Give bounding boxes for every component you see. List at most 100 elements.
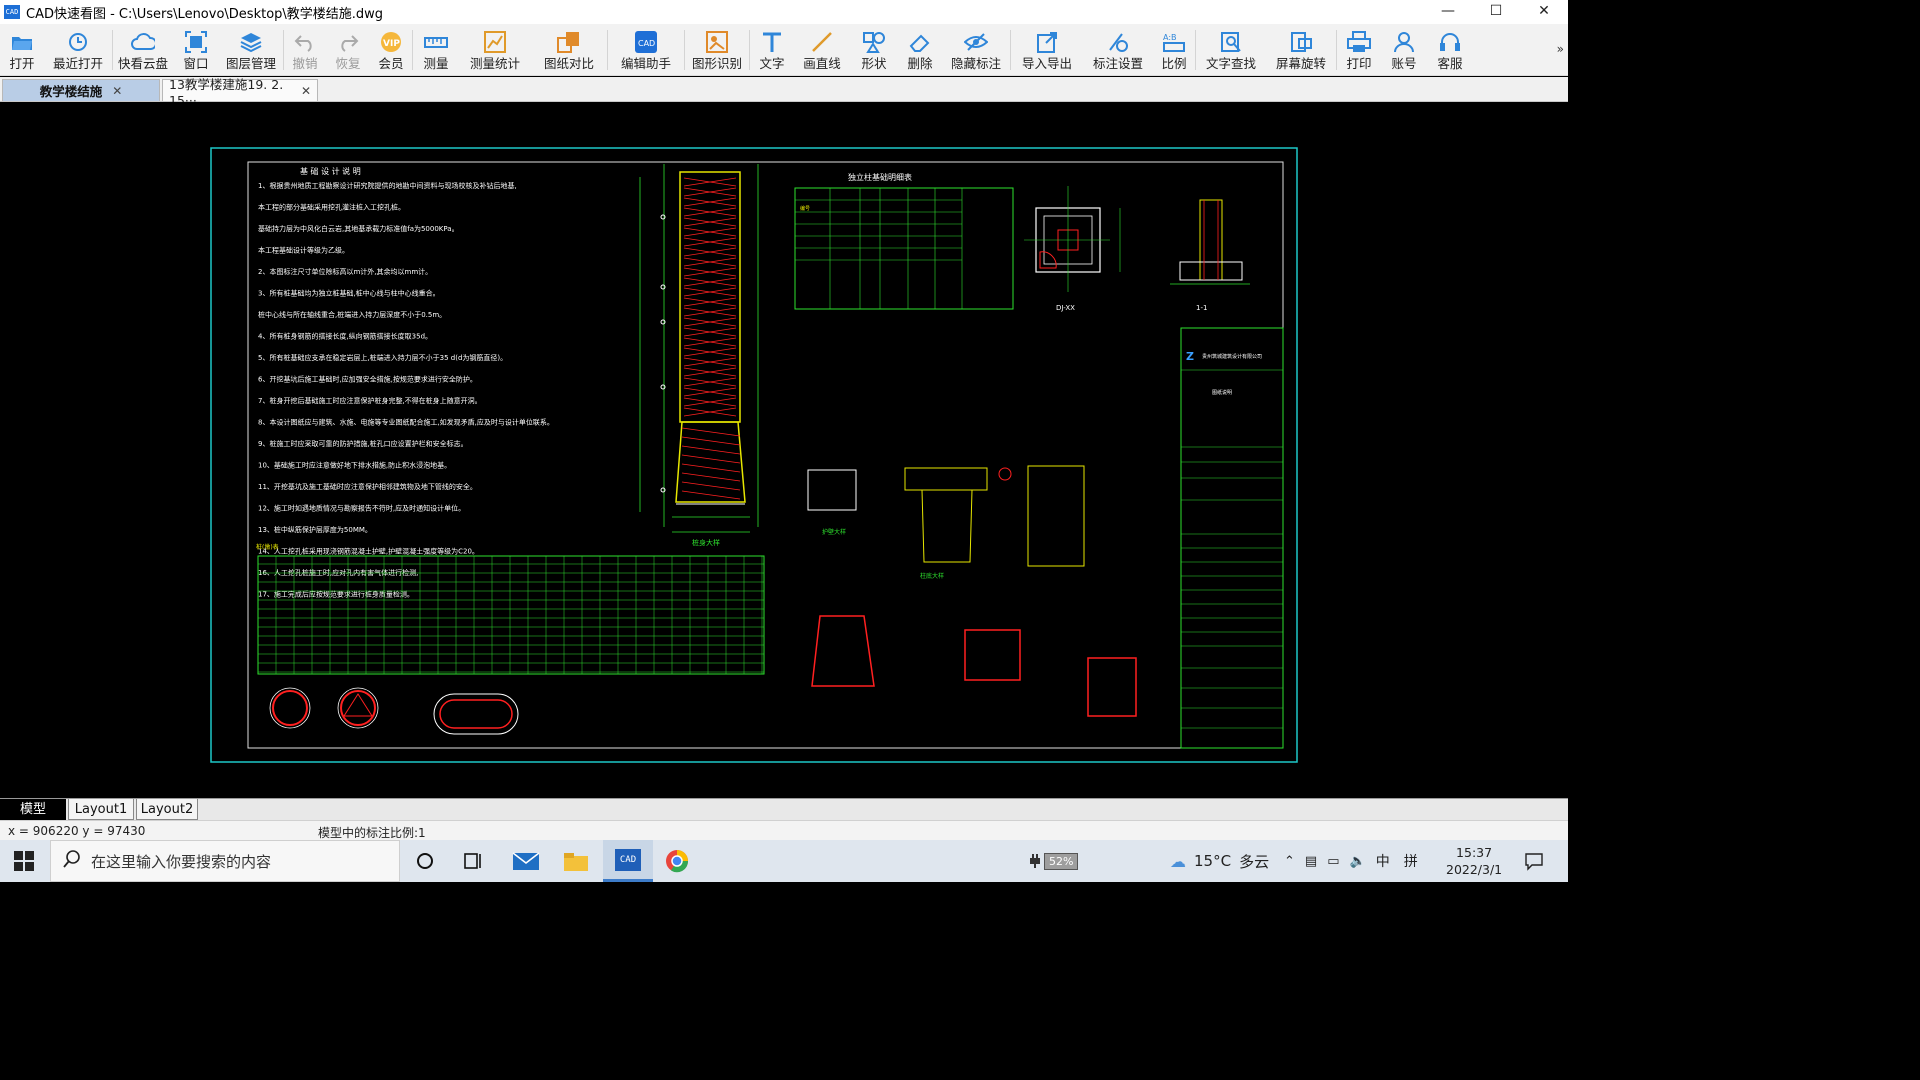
toolbar-button-20[interactable]: 标注设置 xyxy=(1083,24,1153,76)
toolbar-button-9[interactable]: 测量 xyxy=(413,24,459,76)
mail-app-icon[interactable] xyxy=(512,850,540,876)
minimize-icon[interactable]: — xyxy=(1424,0,1472,24)
status-bar: x = 906220 y = 97430 模型中的标注比例:1 xyxy=(0,820,1568,840)
toolbar-button-24[interactable]: 打印 xyxy=(1337,24,1381,76)
toolbar-button-16[interactable]: 形状 xyxy=(850,24,898,76)
note-line: 3、所有桩基础均为独立桩基础,桩中心线与柱中心线重合。 xyxy=(258,289,440,298)
clock-time: 15:37 xyxy=(1456,845,1493,860)
layout-tab-model[interactable]: 模型 xyxy=(0,799,66,820)
toolbar-button-15[interactable]: 画直线 xyxy=(794,24,850,76)
line-icon xyxy=(810,30,834,54)
scale-icon: A:B xyxy=(1162,30,1186,54)
toolbar-button-17[interactable]: 删除 xyxy=(898,24,942,76)
ruler-icon xyxy=(424,30,448,54)
windows-taskbar: 在这里输入你要搜索的内容 CAD 52% ☁ 15°C 多云 ⌃ ▤ ▭ 🔈 中… xyxy=(0,840,1568,882)
toolbar-button-22[interactable]: 文字查找 xyxy=(1196,24,1266,76)
schedule-label: 桩(墩)表 xyxy=(256,543,279,551)
toolbar-button-8[interactable]: VIP 会员 xyxy=(370,24,412,76)
system-tray: ⌃ ▤ ▭ 🔈 中 拼 xyxy=(1284,840,1418,882)
toolbar-button-26[interactable]: 客服 xyxy=(1427,24,1473,76)
note-line: 10、基础施工时应注意做好地下排水措施,防止积水浸泡地基。 xyxy=(258,461,451,470)
toolbar-overflow-icon[interactable]: » xyxy=(1557,42,1564,56)
toolbar-button-4[interactable]: 窗口 xyxy=(173,24,219,76)
hide-eye-icon xyxy=(964,30,988,54)
toolbar-button-3[interactable]: 快看云盘 xyxy=(113,24,173,76)
toolbar-label: 屏幕旋转 xyxy=(1275,56,1326,71)
clock[interactable]: 15:37 2022/3/1 xyxy=(1446,840,1502,882)
pile-elevation: 桩身大样 xyxy=(639,164,759,547)
toolbar-button-14[interactable]: 文字 xyxy=(750,24,794,76)
toolbar-label: 比例 xyxy=(1161,56,1187,71)
toolbar-button-23[interactable]: 屏幕旋转 xyxy=(1266,24,1336,76)
layout-tab-label: Layout1 xyxy=(74,802,128,817)
note-line: 7、桩身开挖后基础施工时应注意保护桩身完整,不得在桩身上随意开洞。 xyxy=(258,396,482,405)
cad-taskbar-button[interactable]: CAD xyxy=(603,840,653,882)
layout-tab-bar: 模型 Layout1 Layout2 xyxy=(0,798,1568,820)
weather-widget[interactable]: ☁ 15°C 多云 xyxy=(1170,840,1269,882)
close-tab-icon[interactable]: ✕ xyxy=(301,84,311,98)
window-title: CAD快速看图 - C:\Users\Lenovo\Desktop\教学楼结施.… xyxy=(26,6,384,22)
toolbar-button-5[interactable]: 图层管理 xyxy=(219,24,283,76)
toolbar-label: 图层管理 xyxy=(225,56,276,71)
toolbar-label: 快看云盘 xyxy=(117,56,168,71)
redo-icon xyxy=(336,30,360,54)
notification-icon[interactable] xyxy=(1524,851,1544,875)
file-explorer-icon[interactable] xyxy=(563,850,589,876)
plug-icon xyxy=(1030,854,1040,868)
task-view-icon[interactable] xyxy=(464,852,484,874)
design-notes: 1、根据贵州地质工程勘察设计研究院提供的地勘中间资料与现场校核及补钻后地基, 本… xyxy=(258,181,554,599)
cloud-weather-icon: ☁ xyxy=(1170,851,1186,871)
show-hidden-icons-icon[interactable]: ⌃ xyxy=(1284,854,1295,869)
toolbar-button-18[interactable]: 隐藏标注 xyxy=(942,24,1010,76)
toolbar-button-21[interactable]: A:B 比例 xyxy=(1153,24,1195,76)
taskbar-search[interactable]: 在这里输入你要搜索的内容 xyxy=(50,840,400,882)
windows-start-icon[interactable] xyxy=(14,851,34,871)
shape-icon xyxy=(862,30,886,54)
toolbar-button-7[interactable]: 恢复 xyxy=(326,24,370,76)
toolbar-button-19[interactable]: 导入导出 xyxy=(1011,24,1083,76)
browser-icon[interactable] xyxy=(665,849,689,877)
toolbar-label: 导入导出 xyxy=(1021,56,1072,71)
section-label: 1-1 xyxy=(1196,304,1207,312)
display-icon[interactable]: ▭ xyxy=(1327,854,1339,869)
layout-tab-layout2[interactable]: Layout2 xyxy=(136,799,198,820)
toolbar-label: 打开 xyxy=(9,56,35,71)
compare-icon xyxy=(557,30,581,54)
doc-tab-1[interactable]: 教学楼结施 ✕ xyxy=(2,79,160,101)
doc-tab-2[interactable]: 13教学楼建施19. 2. 15··· ✕ xyxy=(162,77,318,108)
dj-label: DJ-XX xyxy=(1056,304,1075,312)
toolbar-button-10[interactable]: 测量统计 xyxy=(459,24,531,76)
col-detail-label: 柱底大样 xyxy=(920,572,944,580)
battery-indicator[interactable]: 52% xyxy=(1028,840,1079,882)
note-line: 13、桩中纵筋保护层厚度为50MM。 xyxy=(258,525,372,534)
toolbar-label: 会员 xyxy=(378,56,404,71)
toolbar-label: 客服 xyxy=(1437,56,1463,71)
ime-language[interactable]: 中 xyxy=(1376,851,1390,871)
toolbar-button-6[interactable]: 撤销 xyxy=(284,24,326,76)
annotation-settings-icon xyxy=(1106,30,1130,54)
printer-icon xyxy=(1347,30,1371,54)
cortana-icon[interactable] xyxy=(416,852,434,874)
toolbar-label: 图纸对比 xyxy=(543,56,594,71)
close-tab-icon[interactable]: ✕ xyxy=(112,84,122,98)
drawing-canvas[interactable]: 基 础 设 计 说 明 1、根据贵州地质工程勘察设计研究院提供的地勘中间资料与现… xyxy=(0,102,1568,798)
toolbar-button-11[interactable]: 图纸对比 xyxy=(531,24,607,76)
note-line: 1、根据贵州地质工程勘察设计研究院提供的地勘中间资料与现场校核及补钻后地基, xyxy=(258,181,517,190)
layout-tab-layout1[interactable]: Layout1 xyxy=(68,799,134,820)
outer-frame xyxy=(210,147,1298,763)
toolbar-button-2[interactable]: 最近打开 xyxy=(44,24,112,76)
toolbar-button-12[interactable]: CAD 编辑助手 xyxy=(608,24,684,76)
svg-text:Z: Z xyxy=(1186,350,1194,363)
weather-text: 多云 xyxy=(1239,852,1270,871)
text-search-icon xyxy=(1219,30,1243,54)
toolbar-label: 账号 xyxy=(1391,56,1417,71)
toolbar-button-1[interactable]: 打开 xyxy=(0,24,44,76)
maximize-icon[interactable]: ☐ xyxy=(1472,0,1520,24)
toolbar-button-25[interactable]: 账号 xyxy=(1381,24,1427,76)
ime-mode[interactable]: 拼 xyxy=(1404,851,1418,871)
network-icon[interactable]: ▤ xyxy=(1305,854,1317,869)
volume-icon[interactable]: 🔈 xyxy=(1350,854,1366,869)
toolbar-button-13[interactable]: 图形识别 xyxy=(685,24,749,76)
user-icon xyxy=(1392,30,1416,54)
close-icon[interactable]: ✕ xyxy=(1520,0,1568,24)
